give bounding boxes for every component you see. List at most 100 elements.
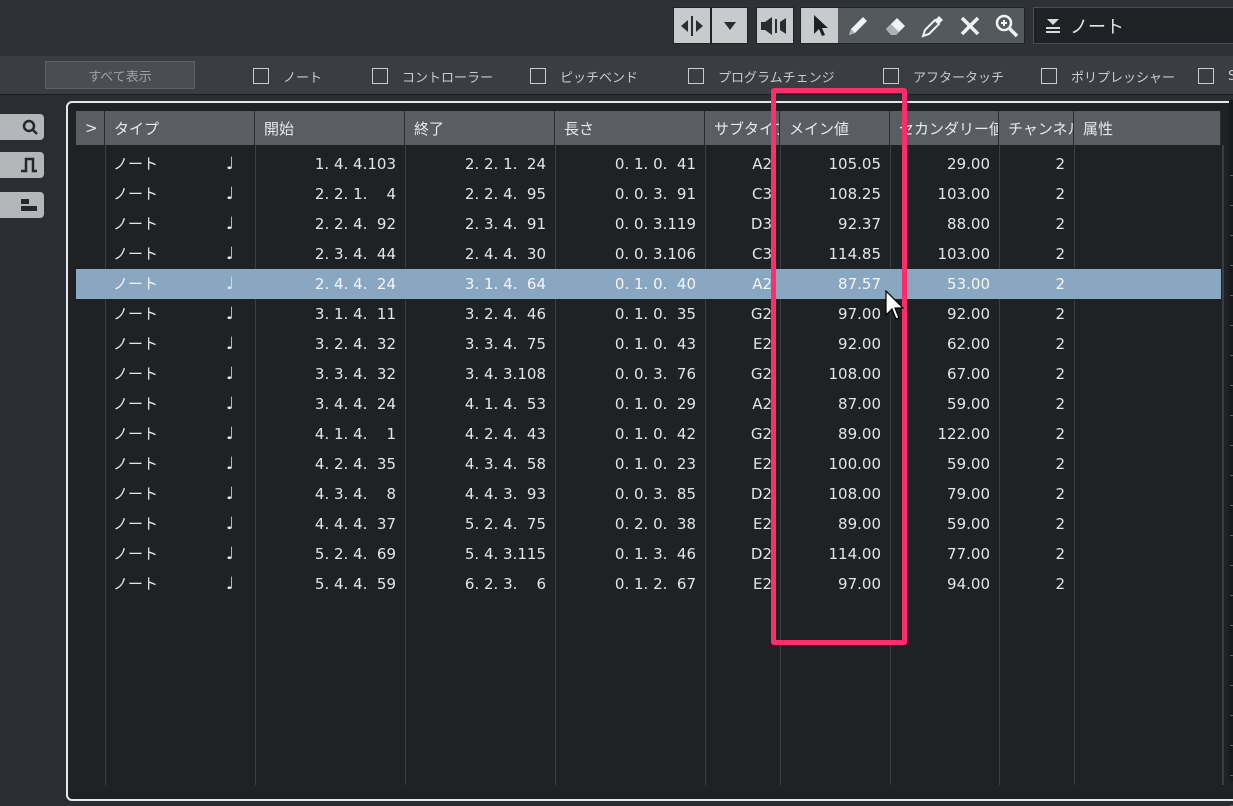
cell-length[interactable]: 0. 0. 3.119 bbox=[558, 209, 696, 239]
cell-end[interactable]: 3. 4. 3.108 bbox=[408, 359, 546, 389]
delete-tool[interactable] bbox=[951, 8, 988, 43]
cell-channel[interactable]: 2 bbox=[1002, 209, 1065, 239]
cell-end[interactable]: 3. 3. 4. 75 bbox=[408, 329, 546, 359]
cell-secondary-value[interactable]: 77.00 bbox=[893, 539, 990, 569]
cell-length[interactable]: 0. 0. 3. 85 bbox=[558, 479, 696, 509]
cell-secondary-value[interactable]: 53.00 bbox=[893, 269, 990, 299]
table-row[interactable]: ノート 2. 2. 1. 4 2. 2. 4. 95 0. 0. 3. 91 C3 108… bbox=[76, 179, 1221, 209]
cell-channel[interactable]: 2 bbox=[1002, 389, 1065, 419]
cell-type[interactable]: ノート bbox=[113, 239, 233, 269]
cell-subtype[interactable]: A2 bbox=[708, 269, 772, 299]
cell-channel[interactable]: 2 bbox=[1002, 269, 1065, 299]
cell-channel[interactable]: 2 bbox=[1002, 509, 1065, 539]
cell-channel[interactable]: 2 bbox=[1002, 299, 1065, 329]
cell-length[interactable]: 0. 1. 0. 41 bbox=[558, 149, 696, 179]
cell-length[interactable]: 0. 2. 0. 38 bbox=[558, 509, 696, 539]
cell-end[interactable]: 2. 3. 4. 91 bbox=[408, 209, 546, 239]
filter-aftertouch[interactable]: アフタータッチ bbox=[883, 67, 1004, 86]
cell-type[interactable]: ノート bbox=[113, 389, 233, 419]
draw-tool[interactable] bbox=[839, 8, 876, 43]
cell-subtype[interactable]: D3 bbox=[708, 209, 772, 239]
cell-subtype[interactable]: E2 bbox=[708, 509, 772, 539]
split-dropdown-button[interactable] bbox=[711, 7, 748, 44]
cell-start[interactable]: 4. 2. 4. 35 bbox=[258, 449, 396, 479]
cell-start[interactable]: 2. 2. 1. 4 bbox=[258, 179, 396, 209]
show-all-button[interactable]: すべて表示 bbox=[45, 61, 195, 89]
cell-start[interactable]: 4. 4. 4. 37 bbox=[258, 509, 396, 539]
cell-end[interactable]: 4. 3. 4. 58 bbox=[408, 449, 546, 479]
cell-type[interactable]: ノート bbox=[113, 299, 233, 329]
cell-channel[interactable]: 2 bbox=[1002, 419, 1065, 449]
cell-end[interactable]: 2. 2. 1. 24 bbox=[408, 149, 546, 179]
cell-channel[interactable]: 2 bbox=[1002, 149, 1065, 179]
color-tool[interactable] bbox=[914, 8, 951, 43]
cell-secondary-value[interactable]: 88.00 bbox=[893, 209, 990, 239]
cell-secondary-value[interactable]: 59.00 bbox=[893, 389, 990, 419]
cell-type[interactable]: ノート bbox=[113, 569, 233, 599]
filter-note[interactable]: ノート bbox=[253, 67, 322, 86]
cell-subtype[interactable]: E2 bbox=[708, 449, 772, 479]
cell-end[interactable]: 3. 2. 4. 46 bbox=[408, 299, 546, 329]
block-button[interactable] bbox=[0, 192, 44, 218]
cell-start[interactable]: 4. 1. 4. 1 bbox=[258, 419, 396, 449]
cell-end[interactable]: 2. 4. 4. 30 bbox=[408, 239, 546, 269]
cell-channel[interactable]: 2 bbox=[1002, 179, 1065, 209]
cell-type[interactable]: ノート bbox=[113, 359, 233, 389]
cell-start[interactable]: 1. 4. 4.103 bbox=[258, 149, 396, 179]
cell-subtype[interactable]: A2 bbox=[708, 389, 772, 419]
cell-start[interactable]: 3. 1. 4. 11 bbox=[258, 299, 396, 329]
cell-channel[interactable]: 2 bbox=[1002, 479, 1065, 509]
mute-button[interactable] bbox=[756, 7, 794, 44]
cell-end[interactable]: 4. 4. 3. 93 bbox=[408, 479, 546, 509]
cell-start[interactable]: 2. 3. 4. 44 bbox=[258, 239, 396, 269]
object-select-tool[interactable] bbox=[801, 8, 838, 43]
cell-subtype[interactable]: E2 bbox=[708, 329, 772, 359]
table-row[interactable]: ノート 5. 4. 4. 59 6. 2. 3. 6 0. 1. 2. 67 E2 97.… bbox=[76, 569, 1221, 599]
cell-secondary-value[interactable]: 103.00 bbox=[893, 179, 991, 209]
table-row[interactable]: ノート 4. 1. 4. 1 4. 2. 4. 43 0. 1. 0. 42 G2 89.… bbox=[76, 419, 1221, 449]
cell-secondary-value[interactable]: 62.00 bbox=[893, 329, 990, 359]
table-row[interactable]: ノート 2. 2. 4. 92 2. 3. 4. 91 0. 0. 3.119 D3 92… bbox=[76, 209, 1221, 239]
checkbox[interactable] bbox=[253, 68, 269, 84]
checkbox[interactable] bbox=[1198, 68, 1214, 84]
cell-length[interactable]: 0. 0. 3. 76 bbox=[558, 359, 696, 389]
column-header-attributes[interactable]: 属性 bbox=[1074, 111, 1221, 145]
split-button[interactable] bbox=[673, 7, 711, 44]
cell-secondary-value[interactable]: 94.00 bbox=[893, 569, 990, 599]
cell-end[interactable]: 2. 2. 4. 95 bbox=[408, 179, 546, 209]
cell-start[interactable]: 3. 4. 4. 24 bbox=[258, 389, 396, 419]
cell-length[interactable]: 0. 0. 3. 91 bbox=[558, 179, 696, 209]
table-row[interactable]: ノート 3. 2. 4. 32 3. 3. 4. 75 0. 1. 0. 43 E2 92… bbox=[76, 329, 1221, 359]
cell-subtype[interactable]: G2 bbox=[708, 299, 772, 329]
cell-type[interactable]: ノート bbox=[113, 449, 233, 479]
cell-type[interactable]: ノート bbox=[113, 419, 233, 449]
filter-controller[interactable]: コントローラー bbox=[372, 67, 493, 86]
cell-channel[interactable]: 2 bbox=[1002, 239, 1065, 269]
cell-channel[interactable]: 2 bbox=[1002, 329, 1065, 359]
table-row[interactable]: ノート 3. 1. 4. 11 3. 2. 4. 46 0. 1. 0. 35 G2 97… bbox=[76, 299, 1221, 329]
cell-type[interactable]: ノート bbox=[113, 149, 233, 179]
cell-type[interactable]: ノート bbox=[113, 179, 233, 209]
cell-length[interactable]: 0. 1. 0. 40 bbox=[558, 269, 696, 299]
cell-type[interactable]: ノート bbox=[113, 539, 233, 569]
cell-type[interactable]: ノート bbox=[113, 269, 233, 299]
cell-subtype[interactable]: A2 bbox=[708, 149, 772, 179]
filter-poly-pressure[interactable]: ポリプレッシャー bbox=[1041, 67, 1175, 86]
checkbox[interactable] bbox=[883, 68, 899, 84]
cell-end[interactable]: 5. 2. 4. 75 bbox=[408, 509, 546, 539]
cell-length[interactable]: 0. 1. 0. 29 bbox=[558, 389, 696, 419]
cell-length[interactable]: 0. 1. 0. 42 bbox=[558, 419, 696, 449]
cell-start[interactable]: 4. 3. 4. 8 bbox=[258, 479, 396, 509]
cell-secondary-value[interactable]: 29.00 bbox=[893, 149, 990, 179]
zoom-tool[interactable] bbox=[988, 8, 1025, 43]
filter-program-change[interactable]: プログラムチェンジ bbox=[688, 67, 835, 86]
cell-length[interactable]: 0. 1. 0. 23 bbox=[558, 449, 696, 479]
column-header-end[interactable]: 終了 bbox=[405, 111, 555, 145]
table-row[interactable]: ノート 2. 3. 4. 44 2. 4. 4. 30 0. 0. 3.106 C3 11… bbox=[76, 239, 1221, 269]
cell-start[interactable]: 5. 2. 4. 69 bbox=[258, 539, 396, 569]
cell-secondary-value[interactable]: 79.00 bbox=[893, 479, 990, 509]
cell-length[interactable]: 0. 1. 3. 46 bbox=[558, 539, 696, 569]
table-row[interactable]: ノート 4. 4. 4. 37 5. 2. 4. 75 0. 2. 0. 38 E2 89… bbox=[76, 509, 1221, 539]
cell-length[interactable]: 0. 1. 0. 43 bbox=[558, 329, 696, 359]
cell-secondary-value[interactable]: 103.00 bbox=[893, 239, 991, 269]
